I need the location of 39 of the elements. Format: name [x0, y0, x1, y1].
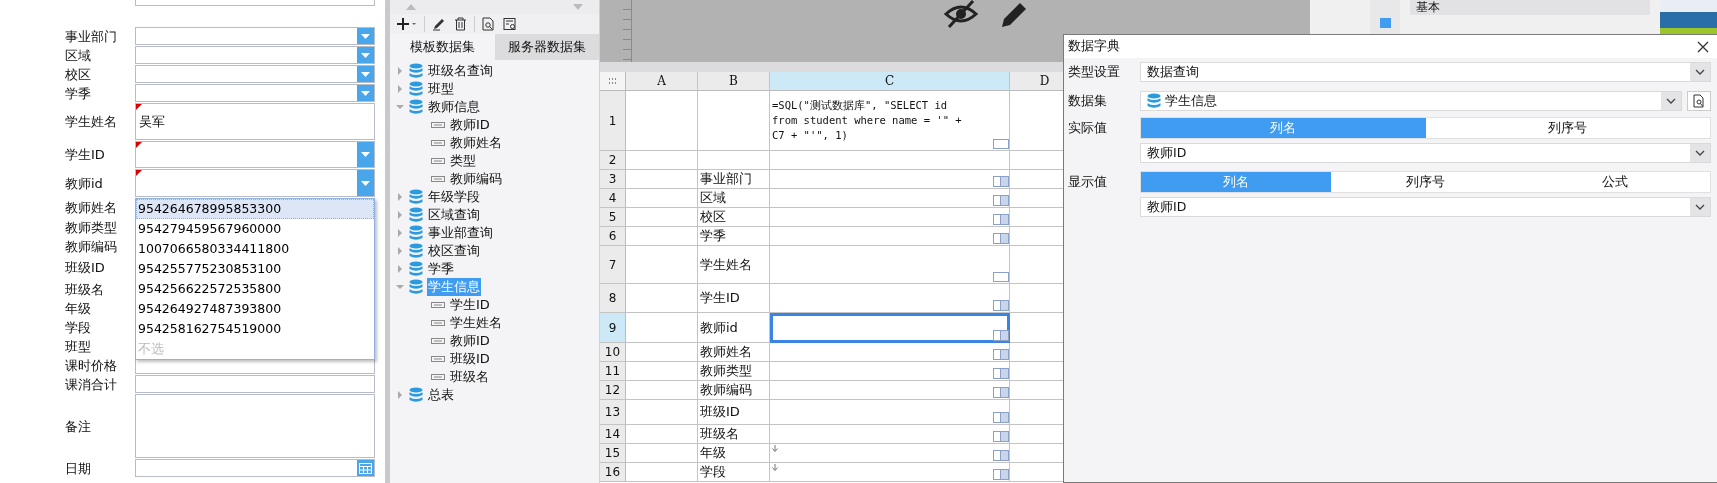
cell-text: 班级ID [700, 403, 740, 421]
field-label: 日期 [65, 459, 92, 478]
field-value: 吴军 [139, 112, 165, 131]
cell-text: 校区 [700, 208, 726, 226]
field-label: 年级 [65, 299, 92, 318]
field-label: 显示值 [1067, 173, 1108, 191]
cell-text: 教师编码 [700, 381, 752, 399]
field-label: 学生ID [65, 146, 106, 164]
field-label: 班型 [65, 337, 92, 356]
cell-text: 班级名 [700, 425, 739, 443]
field-label: 数据集 [1067, 92, 1108, 110]
field-label: 教师姓名 [65, 199, 118, 217]
field-label: 课时价格 [65, 356, 118, 375]
cell-text: 教师姓名 [700, 343, 752, 361]
field-label: 事业部门 [65, 27, 118, 46]
field-label: 课消合计 [65, 375, 118, 394]
field-label: 学生姓名 [65, 113, 118, 131]
cell-text: 事业部门 [700, 170, 752, 188]
dialog-title: 数据字典 [1068, 38, 1120, 55]
field-label: 班级ID [65, 259, 106, 277]
cell-text: 学生姓名 [700, 255, 752, 274]
cell-text: 教师类型 [700, 362, 752, 380]
cell-text: 学段 [700, 463, 726, 481]
field-label: 教师类型 [65, 218, 118, 237]
cell-text: 学季 [700, 227, 726, 245]
field-label: 学段 [65, 318, 92, 337]
formula-text: =SQL("测试数据库", "SELECT id from student where name = '" + C7 + "'", 1) [772, 98, 963, 143]
cell-text: 区域 [700, 189, 726, 207]
field-label: 实际值 [1067, 119, 1108, 137]
field-label: 备注 [65, 417, 92, 436]
cell-text: 教师id [700, 318, 738, 337]
field-label: 教师id [65, 174, 104, 193]
field-label: 区域 [65, 46, 92, 65]
cell-text: 学生ID [700, 289, 740, 307]
field-label: 班级名 [65, 280, 105, 299]
field-label: 校区 [65, 65, 92, 84]
cell-text: 年级 [700, 444, 726, 462]
field-label: 学季 [65, 84, 92, 103]
field-label: 教师编码 [65, 237, 118, 256]
